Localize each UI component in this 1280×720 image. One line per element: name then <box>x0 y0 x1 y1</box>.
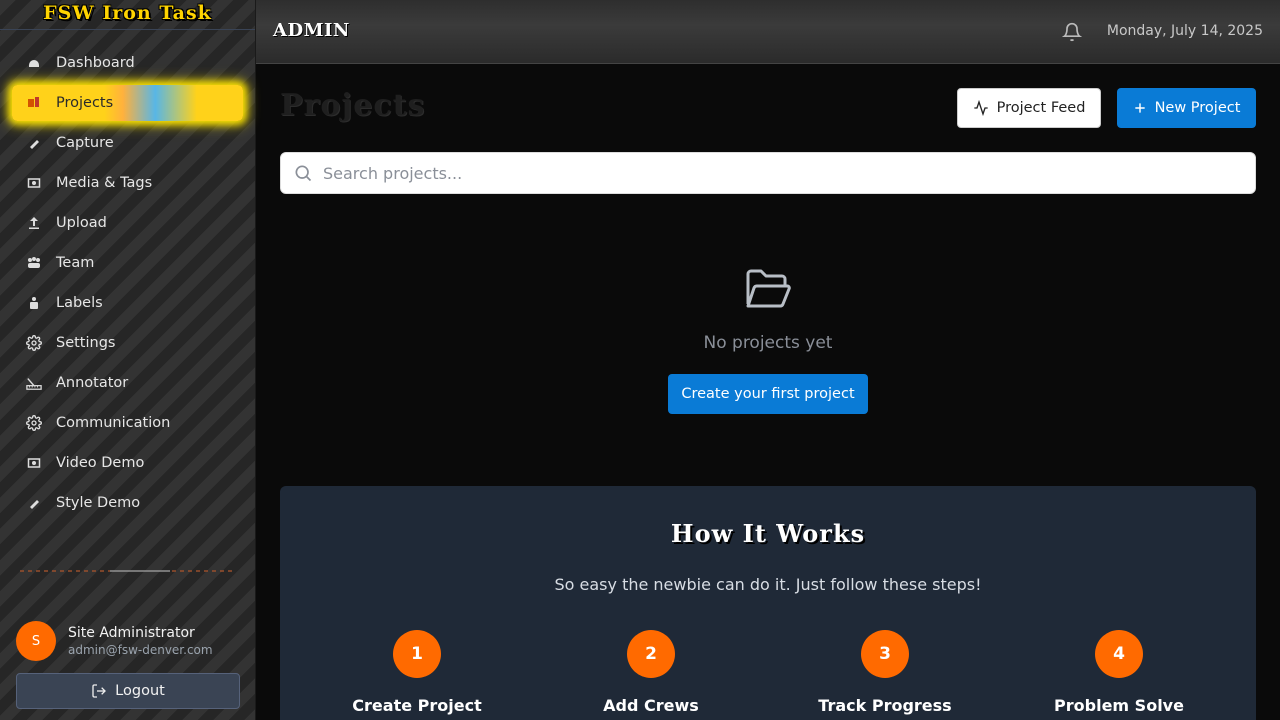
how-it-works-subtitle: So easy the newbie can do it. Just follo… <box>554 575 982 594</box>
plus-icon <box>1133 101 1147 115</box>
step-item: 3 Track Progress <box>768 630 1002 715</box>
how-it-works-title: How It Works <box>670 519 866 548</box>
sidebar-item-label: Labels <box>56 295 103 311</box>
sidebar-item-capture[interactable]: Capture <box>0 123 255 163</box>
sidebar-item-annotator[interactable]: Annotator <box>0 363 255 403</box>
search-input[interactable] <box>323 163 1223 183</box>
project-feed-label: Project Feed <box>996 100 1086 116</box>
upload-icon <box>26 215 42 231</box>
sidebar-item-labels[interactable]: Labels <box>0 283 255 323</box>
gear-icon <box>26 335 42 351</box>
capture-icon <box>26 495 42 511</box>
user-profile: S Site Administrator admin@fsw-denver.co… <box>16 621 213 661</box>
logout-label: Logout <box>115 683 165 699</box>
step-number: 3 <box>861 630 909 678</box>
sidebar-nav: Dashboard Projects Capture Media & Tags … <box>0 43 255 523</box>
top-bar-title: ADMIN <box>273 20 350 41</box>
sidebar-item-dashboard[interactable]: Dashboard <box>0 43 255 83</box>
page-title: Projects <box>280 88 426 123</box>
create-first-project-button[interactable]: Create your first project <box>668 374 868 414</box>
sidebar-item-label: Annotator <box>56 375 129 391</box>
sidebar-item-label: Team <box>56 255 95 271</box>
sidebar-item-label: Capture <box>56 135 114 151</box>
how-it-works-panel: How It Works So easy the newbie can do i… <box>280 486 1256 720</box>
helmet-icon <box>26 55 42 71</box>
sidebar-item-team[interactable]: Team <box>0 243 255 283</box>
new-project-label: New Project <box>1154 100 1241 116</box>
step-label: Create Project <box>352 696 482 715</box>
step-item: 4 Problem Solve <box>1002 630 1236 715</box>
step-label: Track Progress <box>818 696 952 715</box>
media-icon <box>26 175 42 191</box>
sidebar-item-label: Projects <box>56 95 114 111</box>
capture-icon <box>26 135 42 151</box>
step-number: 1 <box>393 630 441 678</box>
empty-state-text: No projects yet <box>703 333 833 353</box>
avatar: S <box>16 621 56 661</box>
activity-icon <box>973 100 989 116</box>
sidebar-item-upload[interactable]: Upload <box>0 203 255 243</box>
projects-icon <box>26 95 42 111</box>
sidebar-item-communication[interactable]: Communication <box>0 403 255 443</box>
labels-icon <box>26 295 42 311</box>
sidebar-item-label: Settings <box>56 335 116 351</box>
current-date: Monday, July 14, 2025 <box>1106 23 1263 39</box>
sidebar: FSW Iron Task Dashboard Projects Capture… <box>0 0 256 720</box>
step-item: 2 Add Crews <box>534 630 768 715</box>
sidebar-item-label: Video Demo <box>56 455 145 471</box>
brand-logo: FSW Iron Task <box>0 0 255 30</box>
step-item: 1 Create Project <box>300 630 534 715</box>
user-name: Site Administrator <box>68 625 195 641</box>
step-number: 2 <box>627 630 675 678</box>
step-number: 4 <box>1095 630 1143 678</box>
step-label: Problem Solve <box>1054 696 1184 715</box>
step-label: Add Crews <box>603 696 699 715</box>
search-bar <box>280 152 1256 194</box>
logout-icon <box>91 683 107 699</box>
sidebar-item-label: Style Demo <box>56 495 141 511</box>
logout-button[interactable]: Logout <box>16 673 240 709</box>
folder-open-icon <box>744 268 792 316</box>
sidebar-item-style-demo[interactable]: Style Demo <box>0 483 255 523</box>
ruler-icon <box>26 375 42 391</box>
top-bar: ADMIN Monday, July 14, 2025 <box>256 0 1280 64</box>
sidebar-divider <box>20 570 235 572</box>
sidebar-item-label: Upload <box>56 215 107 231</box>
sidebar-item-video-demo[interactable]: Video Demo <box>0 443 255 483</box>
sidebar-item-settings[interactable]: Settings <box>0 323 255 363</box>
sidebar-item-media-tags[interactable]: Media & Tags <box>0 163 255 203</box>
gear-icon <box>26 415 42 431</box>
media-icon <box>26 455 42 471</box>
project-feed-button[interactable]: Project Feed <box>957 88 1101 128</box>
new-project-button[interactable]: New Project <box>1117 88 1256 128</box>
search-icon <box>293 163 313 183</box>
sidebar-item-label: Communication <box>56 415 171 431</box>
team-icon <box>26 255 42 271</box>
bell-icon[interactable] <box>1061 22 1083 46</box>
sidebar-item-label: Dashboard <box>56 55 135 71</box>
sidebar-item-projects[interactable]: Projects <box>12 85 243 121</box>
sidebar-item-label: Media & Tags <box>56 175 153 191</box>
user-email: admin@fsw-denver.com <box>68 643 213 657</box>
